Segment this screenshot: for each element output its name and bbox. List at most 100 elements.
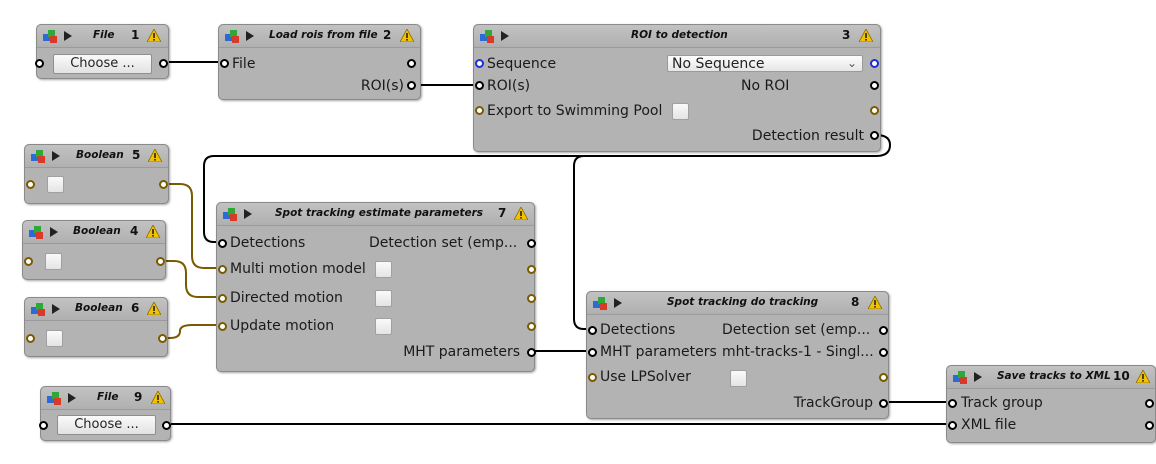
block-header[interactable]: File 9 xyxy=(41,387,170,410)
output-port-detections[interactable] xyxy=(879,326,888,335)
block-spot-tracking-estimate[interactable]: Spot tracking estimate parameters 7 Dete… xyxy=(216,202,536,372)
directed-motion-label: Directed motion xyxy=(230,290,343,306)
input-port-directed-motion[interactable] xyxy=(218,294,227,303)
sequence-value: No Sequence xyxy=(672,56,765,72)
input-port[interactable] xyxy=(35,59,44,68)
output-port-directed-motion[interactable] xyxy=(527,294,536,303)
multi-motion-checkbox[interactable] xyxy=(375,261,392,278)
block-header[interactable]: Save tracks to XML 10 xyxy=(947,366,1155,389)
block-header[interactable]: File 1 xyxy=(37,25,168,48)
block-title: Spot tracking estimate parameters xyxy=(275,207,484,219)
multi-motion-label: Multi motion model xyxy=(230,261,366,277)
input-port-track-group[interactable] xyxy=(948,399,957,408)
output-port[interactable] xyxy=(156,257,165,266)
sequence-select[interactable]: No Sequence ⌄ xyxy=(667,55,863,72)
block-header[interactable]: Boolean 6 xyxy=(25,298,167,321)
output-port-mht-parameters[interactable] xyxy=(527,348,536,357)
export-checkbox[interactable] xyxy=(672,103,689,120)
boolean-checkbox[interactable] xyxy=(46,330,63,347)
input-port-detections[interactable] xyxy=(588,326,597,335)
output-port-xml-file[interactable] xyxy=(1145,421,1154,430)
input-port-file[interactable] xyxy=(220,59,229,68)
input-port[interactable] xyxy=(26,180,35,189)
block-header[interactable]: ROI to detection 3 xyxy=(474,25,880,48)
output-port-lpsolver[interactable] xyxy=(879,373,888,382)
output-port-rois[interactable] xyxy=(407,81,416,90)
warning-icon xyxy=(147,29,161,42)
block-boolean-6[interactable]: Boolean 6 xyxy=(24,297,168,357)
output-port-update-motion[interactable] xyxy=(527,322,536,331)
input-port-detections[interactable] xyxy=(218,239,227,248)
input-port-xml-file[interactable] xyxy=(948,421,957,430)
run-icon[interactable] xyxy=(974,372,982,382)
update-motion-label: Update motion xyxy=(230,318,335,334)
input-port-rois[interactable] xyxy=(475,81,484,90)
output-port[interactable] xyxy=(159,180,168,189)
block-load-rois[interactable]: Load rois from file 2 File ROI(s) xyxy=(218,24,421,100)
output-port-mht-parameters[interactable] xyxy=(879,348,888,357)
block-header[interactable]: Load rois from file 2 xyxy=(219,25,420,48)
block-number: 2 xyxy=(383,28,392,42)
input-port[interactable] xyxy=(26,334,35,343)
input-port-sequence[interactable] xyxy=(475,59,484,68)
run-icon[interactable] xyxy=(50,227,58,237)
block-header[interactable]: Boolean 4 xyxy=(23,221,165,244)
block-title: Boolean xyxy=(75,302,123,314)
block-header[interactable]: Boolean 5 xyxy=(25,145,168,168)
block-spot-tracking-do-tracking[interactable]: Spot tracking do tracking 8 Detections D… xyxy=(586,291,889,419)
input-port[interactable] xyxy=(24,257,33,266)
directed-motion-checkbox[interactable] xyxy=(375,290,392,307)
run-icon[interactable] xyxy=(52,304,60,314)
sequence-label: Sequence xyxy=(487,56,557,72)
run-icon[interactable] xyxy=(501,31,509,41)
boolean-checkbox[interactable] xyxy=(45,253,62,270)
run-icon[interactable] xyxy=(64,31,72,41)
choose-file-button[interactable]: Choose ... xyxy=(53,54,152,74)
block-file-9[interactable]: File 9 Choose ... xyxy=(39,386,171,441)
input-port-multi-motion[interactable] xyxy=(218,265,227,274)
block-boolean-5[interactable]: Boolean 5 xyxy=(24,144,169,204)
output-port-export[interactable] xyxy=(870,106,879,115)
run-icon[interactable] xyxy=(246,31,254,41)
block-roi-to-detection[interactable]: ROI to detection 3 Sequence No Sequence … xyxy=(473,24,881,152)
block-save-tracks-xml[interactable]: Save tracks to XML 10 Track group XML fi… xyxy=(946,365,1156,443)
block-header[interactable]: Spot tracking do tracking 8 xyxy=(587,292,888,315)
output-port-sequence[interactable] xyxy=(870,59,879,68)
detections-label: Detections xyxy=(230,235,306,251)
warning-icon xyxy=(151,391,165,404)
input-port-update-motion[interactable] xyxy=(218,322,227,331)
run-icon[interactable] xyxy=(52,151,60,161)
input-port-export[interactable] xyxy=(475,106,484,115)
output-port[interactable] xyxy=(162,421,171,430)
output-port-detection-result[interactable] xyxy=(870,131,879,140)
block-number: 6 xyxy=(131,301,140,315)
output-port-multi-motion[interactable] xyxy=(527,265,536,274)
warning-icon xyxy=(400,29,414,42)
boolean-checkbox[interactable] xyxy=(47,176,64,193)
update-motion-checkbox[interactable] xyxy=(375,318,392,335)
input-port-lpsolver[interactable] xyxy=(588,373,597,382)
output-port-trackgroup[interactable] xyxy=(879,399,888,408)
output-port[interactable] xyxy=(159,59,168,68)
block-boolean-4[interactable]: Boolean 4 xyxy=(22,220,166,280)
output-port[interactable] xyxy=(158,334,167,343)
block-file-1[interactable]: File 1 Choose ... xyxy=(35,24,169,79)
lpsolver-checkbox[interactable] xyxy=(730,370,747,387)
output-port-rois[interactable] xyxy=(870,81,879,90)
output-port-detections[interactable] xyxy=(527,239,536,248)
wire-bool5-to-multi xyxy=(163,183,220,269)
output-port[interactable] xyxy=(407,59,416,68)
output-port-track-group[interactable] xyxy=(1145,399,1154,408)
input-label-file: File xyxy=(232,56,256,72)
run-icon[interactable] xyxy=(244,209,252,219)
choose-file-button[interactable]: Choose ... xyxy=(57,415,156,435)
input-port[interactable] xyxy=(39,421,48,430)
warning-icon xyxy=(514,207,528,220)
block-header[interactable]: Spot tracking estimate parameters 7 xyxy=(217,203,534,226)
run-icon[interactable] xyxy=(614,298,622,308)
protocol-logo-icon xyxy=(29,226,43,239)
input-port-mht-parameters[interactable] xyxy=(588,348,597,357)
run-icon[interactable] xyxy=(68,393,76,403)
output-label-rois: ROI(s) xyxy=(360,78,404,94)
protocol-logo-icon xyxy=(43,30,57,43)
